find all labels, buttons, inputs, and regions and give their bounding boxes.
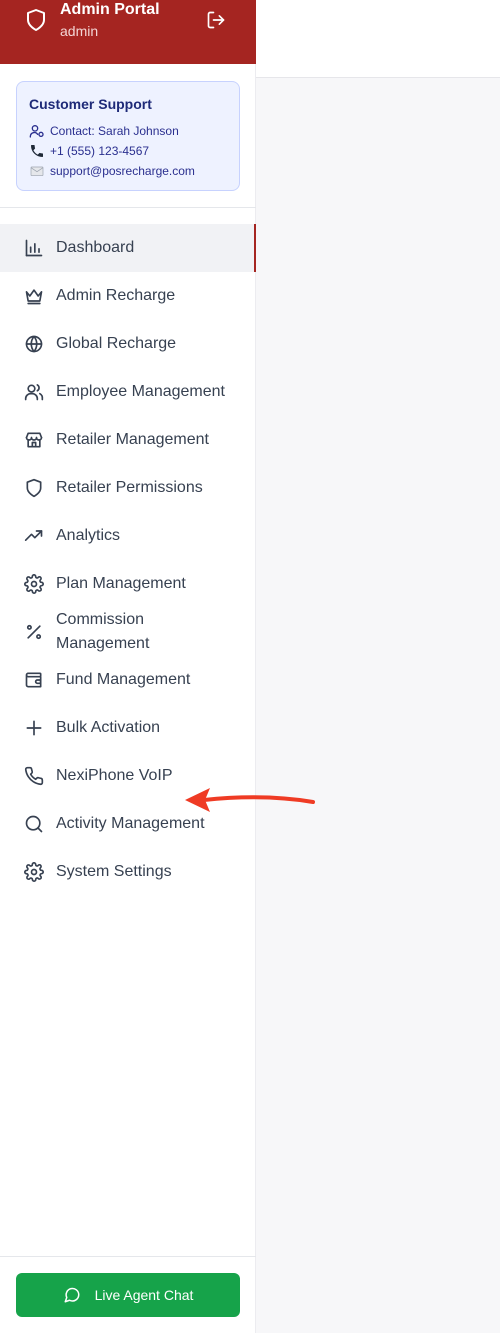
support-email-row[interactable]: support@posrecharge.com (29, 162, 195, 180)
support-phone: +1 (555) 123-4567 (50, 144, 150, 158)
bar-chart-icon (25, 239, 43, 257)
store-icon (25, 432, 43, 448)
nav-label: Activity Management (56, 815, 205, 832)
support-phone-row[interactable]: +1 (555) 123-4567 (29, 142, 149, 160)
nav-label: Bulk Activation (56, 719, 161, 736)
nav-label: Global Recharge (56, 335, 177, 352)
globe-icon (25, 335, 43, 353)
nav-label: NexiPhone VoIP (56, 767, 173, 784)
support-title: Customer Support (29, 96, 152, 112)
user-icon (29, 125, 44, 138)
live-agent-chat-label: Live Agent Chat (94, 1287, 194, 1303)
search-icon (25, 815, 43, 833)
wallet-icon (25, 672, 42, 688)
nav-item-plan-management[interactable]: Plan Management (0, 560, 256, 608)
annotation-arrow-icon (185, 788, 315, 812)
nav-label: Retailer Management (56, 431, 209, 448)
nav-item-system-settings[interactable]: System Settings (0, 848, 256, 896)
percent-icon (26, 624, 42, 640)
nav-item-analytics[interactable]: Analytics (0, 512, 256, 560)
sidebar: Admin Portal admin Customer Support Cont… (0, 0, 256, 1333)
nav-item-commission-management[interactable]: Commission Management (0, 608, 256, 656)
divider (0, 1256, 256, 1257)
divider (0, 207, 256, 208)
nav-label: Commission Management (56, 611, 150, 652)
gear-icon (24, 862, 44, 882)
crown-icon (25, 289, 43, 305)
support-email: support@posrecharge.com (50, 164, 195, 178)
nav-label: Fund Management (56, 671, 191, 688)
plus-icon (26, 720, 42, 736)
nav-item-global-recharge[interactable]: Global Recharge (0, 320, 256, 368)
customer-support-card: Customer Support Contact: Sarah Johnson … (16, 81, 240, 191)
live-agent-chat-button[interactable]: Live Agent Chat (16, 1273, 240, 1317)
user-role: admin (60, 23, 99, 39)
nav-label: Retailer Permissions (56, 479, 203, 496)
nav-item-retailer-permissions[interactable]: Retailer Permissions (0, 464, 256, 512)
portal-title: Admin Portal (60, 1, 160, 18)
sidebar-header: Admin Portal admin (0, 0, 256, 64)
nav-label: Analytics (56, 527, 121, 544)
nav-item-bulk-activation[interactable]: Bulk Activation (0, 704, 256, 752)
top-bar (256, 0, 500, 78)
users-icon (24, 384, 44, 401)
nav-label: Dashboard (56, 239, 135, 256)
shield-icon (26, 478, 42, 498)
phone-icon (24, 766, 44, 786)
support-contact-row: Contact: Sarah Johnson (29, 122, 179, 140)
support-contact: Contact: Sarah Johnson (50, 124, 179, 138)
nav-label: Plan Management (56, 575, 186, 592)
nav-item-fund-management[interactable]: Fund Management (0, 656, 256, 704)
nav-label: System Settings (56, 863, 172, 880)
gear-icon (24, 574, 44, 594)
nav-item-dashboard[interactable]: Dashboard (0, 224, 256, 272)
nav-label: Employee Management (56, 383, 225, 400)
trending-up-icon (24, 530, 43, 541)
nav-label: Admin Recharge (56, 287, 176, 304)
nav-item-employee-management[interactable]: Employee Management (0, 368, 256, 416)
envelope-icon (30, 166, 44, 176)
shield-icon (27, 9, 45, 31)
nav-item-admin-recharge[interactable]: Admin Recharge (0, 272, 256, 320)
logout-icon[interactable] (206, 10, 226, 30)
phone-icon (31, 145, 43, 157)
message-circle-icon (64, 1287, 80, 1303)
nav-item-retailer-management[interactable]: Retailer Management (0, 416, 256, 464)
